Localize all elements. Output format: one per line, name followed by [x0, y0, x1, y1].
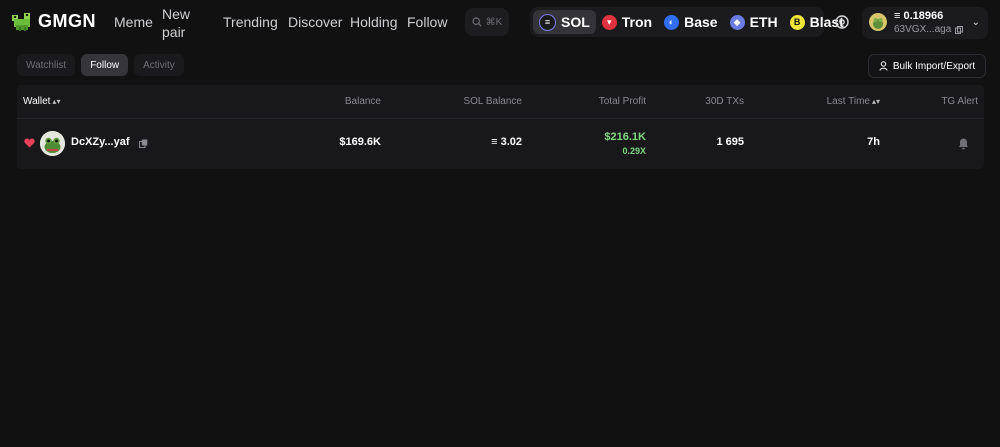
sort-icon: ▴▾	[871, 97, 880, 106]
search-shortcut: ⌘K	[485, 16, 503, 28]
copy-icon[interactable]	[139, 139, 148, 148]
bulk-import-export-label: Bulk Import/Export	[892, 60, 976, 72]
wallet-sol-balance: ≡ 3.02	[491, 136, 522, 148]
nav-discover[interactable]: Discover	[288, 14, 342, 30]
brand-name: GMGN	[38, 10, 96, 31]
base-icon: ◐	[664, 14, 680, 30]
nav-holding[interactable]: Holding	[350, 14, 397, 30]
th-last-time-label: Last Time	[826, 96, 870, 107]
frog-logo-icon	[12, 13, 30, 31]
frog-avatar-icon	[40, 131, 65, 156]
settings-icon[interactable]	[833, 13, 851, 31]
tron-icon: ▾	[601, 14, 617, 30]
table-header: Wallet ▴▾ Balance SOL Balance Total Profi…	[17, 85, 984, 119]
wallet-avatar	[40, 131, 65, 156]
sort-icon: ▴▾	[52, 97, 61, 106]
chevron-down-icon: ⌄	[971, 17, 980, 28]
view-tabs: Watchlist Follow Activity	[17, 54, 184, 76]
chain-base-label: Base	[684, 14, 718, 30]
search-button[interactable]: ⌘K	[465, 8, 509, 36]
wallet-address[interactable]: DcXZy...yaf	[71, 136, 130, 148]
chain-base[interactable]: ◐ Base	[658, 10, 723, 34]
chain-eth[interactable]: ◆ ETH	[724, 10, 784, 34]
tab-follow[interactable]: Follow	[81, 54, 129, 76]
chain-selector: ≡ SOL ▾ Tron ◐ Base ◆ ETH B Blast	[530, 7, 844, 37]
th-wallet[interactable]: Wallet ▴▾	[23, 96, 60, 107]
account-address: 63VGX...aga	[894, 24, 952, 35]
th-sol-balance: SOL Balance	[463, 96, 522, 107]
wallet-30d-txs: 1 695	[716, 136, 744, 148]
nav-new-pair[interactable]: New pair	[162, 5, 190, 41]
bulk-import-export-button[interactable]: Bulk Import/Export	[868, 54, 986, 78]
nav-follow[interactable]: Follow	[407, 14, 447, 30]
chain-eth-label: ETH	[749, 14, 778, 30]
copy-icon[interactable]	[955, 25, 964, 34]
chain-sol[interactable]: ≡ SOL	[533, 10, 596, 34]
th-last-time[interactable]: Last Time ▴▾	[827, 96, 880, 107]
nav-new-pair-line2: pair	[162, 24, 186, 40]
chain-tron[interactable]: ▾ Tron	[596, 10, 658, 34]
brand-logo[interactable]: GMGN	[10, 9, 96, 33]
chain-tron-label: Tron	[621, 14, 653, 30]
account-address-row: 63VGX...aga	[894, 24, 964, 35]
bell-icon[interactable]	[958, 138, 969, 150]
heart-icon[interactable]	[24, 138, 35, 148]
wallet-balance: $169.6K	[339, 136, 381, 148]
account-balance: ≡ 0.18966	[894, 10, 944, 22]
th-wallet-label: Wallet	[23, 96, 51, 107]
blast-icon: B	[789, 14, 805, 30]
wallet-table: Wallet ▴▾ Balance SOL Balance Total Profi…	[17, 85, 984, 169]
th-balance: Balance	[344, 96, 381, 107]
nav-meme[interactable]: Meme	[114, 14, 153, 30]
nav-trending[interactable]: Trending	[223, 14, 278, 30]
eth-icon: ◆	[729, 14, 745, 30]
wallet-total-profit: $216.1K	[604, 131, 646, 143]
sol-icon: ≡	[539, 13, 556, 31]
top-bar: GMGN Meme New pair Trending Discover Hol…	[0, 0, 1000, 44]
account-avatar	[869, 13, 887, 31]
tab-watchlist[interactable]: Watchlist	[17, 54, 76, 76]
user-icon	[879, 61, 888, 71]
search-icon	[472, 17, 482, 27]
account-wallet-menu[interactable]: ≡ 0.18966 63VGX...aga ⌄	[862, 7, 988, 39]
chain-sol-label: SOL	[561, 14, 590, 30]
th-30d-txs: 30D TXs	[705, 96, 744, 107]
th-tg-alert: TG Alert	[941, 96, 978, 107]
wallet-profit-multiple: 0.29X	[622, 146, 646, 156]
th-total-profit: Total Profit	[598, 96, 646, 107]
nav-new-pair-line1: New	[162, 6, 191, 22]
tab-activity[interactable]: Activity	[134, 54, 184, 76]
table-row[interactable]: DcXZy...yaf $169.6K ≡ 3.02 $216.1K 0.29X…	[17, 119, 984, 169]
frog-avatar-icon	[869, 13, 887, 31]
wallet-last-time: 7h	[867, 136, 880, 148]
